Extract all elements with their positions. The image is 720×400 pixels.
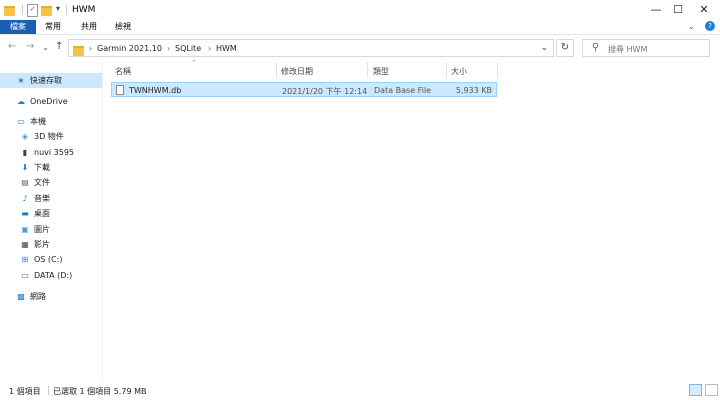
- file-list: ⌃ 名稱 修改日期 類型 大小 TWNHWM.db 2021/1/20 下午 1…: [103, 59, 720, 380]
- sidebar-item-desktop[interactable]: ▬ 桌面: [20, 206, 50, 221]
- column-header-modified[interactable]: 修改日期: [281, 66, 313, 77]
- ribbon-divider: [0, 34, 720, 35]
- sidebar-item-videos[interactable]: ▦ 影片: [20, 237, 50, 252]
- sort-ascending-icon: ⌃: [191, 59, 197, 67]
- address-dropdown-icon[interactable]: ⌄: [540, 43, 548, 53]
- sidebar-item-nuvi[interactable]: ▮ nuvi 3595: [20, 145, 74, 160]
- sidebar-item-3d-objects[interactable]: ◈ 3D 物件: [20, 129, 64, 144]
- forward-button[interactable]: →: [26, 41, 34, 52]
- address-row: ← → ⌄ ↑ › Garmin 2021.10 › SQLite › HWM …: [0, 37, 720, 59]
- tab-home[interactable]: 常用: [40, 20, 66, 34]
- device-icon: ▮: [22, 148, 28, 157]
- sidebar-item-documents[interactable]: ▤ 文件: [20, 175, 50, 190]
- video-icon: ▦: [21, 240, 29, 249]
- refresh-button[interactable]: ↻: [556, 39, 574, 57]
- download-icon: ⬇: [21, 163, 29, 172]
- status-bar: 1 個項目 已選取 1 個項目 5.79 MB: [0, 380, 720, 400]
- search-input[interactable]: ⚲ 搜尋 HWM: [582, 39, 710, 57]
- sidebar-item-quick-access[interactable]: ★ 快速存取: [0, 73, 102, 88]
- sidebar-item-onedrive[interactable]: ☁ OneDrive: [16, 94, 68, 109]
- breadcrumb-hwm[interactable]: HWM: [216, 44, 237, 53]
- tab-share[interactable]: 共用: [76, 20, 102, 34]
- large-icons-view-button[interactable]: [705, 384, 718, 396]
- breadcrumb-sqlite[interactable]: SQLite: [175, 44, 201, 53]
- customize-quick-access-icon[interactable]: ▾: [56, 4, 60, 18]
- help-icon[interactable]: ?: [705, 21, 715, 31]
- sidebar-item-downloads[interactable]: ⬇ 下載: [20, 160, 50, 175]
- sidebar-item-this-pc[interactable]: ▭ 本機: [16, 114, 46, 129]
- ribbon-tabs: 檔案 常用 共用 檢視 ⌄ ?: [0, 20, 720, 34]
- column-header-size[interactable]: 大小: [451, 66, 467, 77]
- details-view-button[interactable]: [689, 384, 702, 396]
- windows-drive-icon: ⊞: [21, 255, 29, 264]
- breadcrumb-garmin[interactable]: Garmin 2021.10: [97, 44, 162, 53]
- sidebar-item-pictures[interactable]: ▣ 圖片: [20, 222, 50, 237]
- column-header-name[interactable]: 名稱: [115, 66, 131, 77]
- drive-icon: ▭: [21, 271, 29, 280]
- file-name: TWNHWM.db: [129, 86, 182, 95]
- sidebar-item-music[interactable]: ♪ 音樂: [20, 191, 50, 206]
- file-size: 5,933 KB: [455, 86, 492, 95]
- computer-icon: ▭: [17, 117, 25, 126]
- address-bar[interactable]: › Garmin 2021.10 › SQLite › HWM ⌄: [68, 39, 554, 57]
- properties-icon[interactable]: ✓: [27, 4, 38, 17]
- pictures-icon: ▣: [21, 225, 29, 234]
- music-icon: ♪: [22, 194, 28, 203]
- column-header-type[interactable]: 類型: [373, 66, 389, 77]
- network-icon: ▩: [17, 292, 25, 301]
- document-icon: ▤: [21, 178, 29, 187]
- star-icon: ★: [17, 76, 25, 85]
- cube-icon: ◈: [21, 132, 29, 141]
- search-placeholder: 搜尋 HWM: [608, 45, 648, 54]
- file-icon: [116, 85, 124, 95]
- file-type: Data Base File: [374, 86, 432, 95]
- recent-locations-icon[interactable]: ⌄: [42, 43, 49, 52]
- sidebar-item-drive-c[interactable]: ⊞ OS (C:): [20, 252, 63, 267]
- navigation-pane: ★ 快速存取 ☁ OneDrive ▭ 本機 ◈ 3D 物件 ▮ nuvi 3595 ⬇ 下…: [0, 62, 103, 380]
- up-button[interactable]: ↑: [55, 41, 63, 52]
- back-button[interactable]: ←: [8, 41, 16, 52]
- file-modified: 2021/1/20 下午 12:14: [282, 87, 368, 96]
- desktop-icon: ▬: [21, 209, 29, 218]
- selection-info: 已選取 1 個項目 5.79 MB: [53, 387, 147, 396]
- cloud-icon: ☁: [17, 97, 25, 106]
- title-bar: ✓ ▾ HWM — ☐ ✕: [0, 0, 720, 20]
- sidebar-item-network[interactable]: ▩ 網路: [16, 289, 46, 304]
- sidebar-item-drive-d[interactable]: ▭ DATA (D:): [20, 268, 72, 283]
- expand-ribbon-icon[interactable]: ⌄: [688, 22, 695, 31]
- tab-view[interactable]: 檢視: [110, 20, 136, 34]
- close-button[interactable]: ✕: [684, 0, 720, 20]
- table-row[interactable]: TWNHWM.db 2021/1/20 下午 12:14 Data Base F…: [111, 82, 497, 97]
- tab-file[interactable]: 檔案: [0, 20, 36, 34]
- window-title: HWM: [72, 5, 96, 15]
- search-icon: ⚲: [592, 42, 600, 53]
- item-count: 1 個項目: [9, 387, 41, 396]
